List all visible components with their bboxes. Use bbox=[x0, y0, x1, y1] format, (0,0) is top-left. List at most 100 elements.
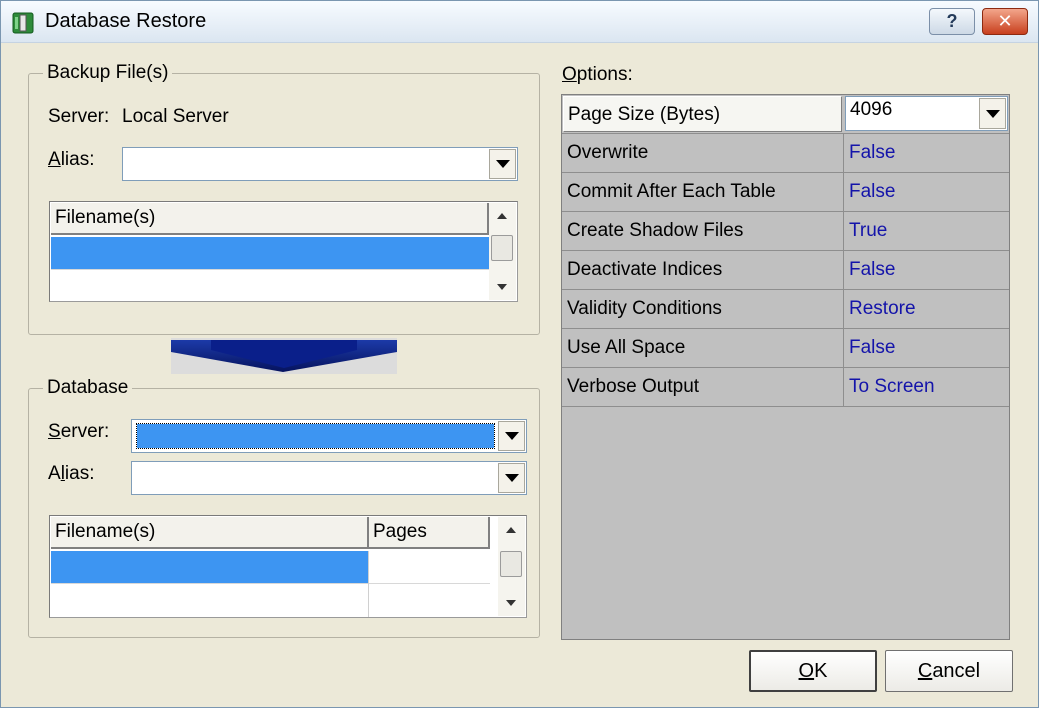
option-value[interactable]: False bbox=[849, 259, 895, 281]
backup-files-list[interactable]: Filename(s) bbox=[49, 201, 518, 302]
ok-button[interactable]: OK bbox=[749, 650, 877, 692]
backup-files-legend: Backup File(s) bbox=[43, 62, 173, 84]
option-value[interactable]: True bbox=[849, 220, 887, 242]
option-page-size-name-cell: Page Size (Bytes) bbox=[563, 96, 842, 132]
ok-label-text: K bbox=[814, 659, 828, 682]
column-separator bbox=[843, 368, 844, 406]
option-row-page-size[interactable]: Page Size (Bytes) 4096 bbox=[562, 95, 1009, 134]
column-separator bbox=[843, 290, 844, 328]
database-app-icon bbox=[12, 12, 34, 34]
database-server-combo[interactable] bbox=[131, 419, 527, 453]
database-restore-window: Database Restore ? ✕ Backup File(s) Serv… bbox=[0, 0, 1039, 708]
option-name: Verbose Output bbox=[567, 376, 700, 397]
column-separator bbox=[843, 173, 844, 211]
database-server-value bbox=[136, 423, 495, 449]
database-alias-label-text: ias: bbox=[64, 463, 95, 484]
column-separator bbox=[843, 212, 844, 250]
database-server-label-text: erver: bbox=[60, 421, 110, 442]
database-server-mnemonic: S bbox=[48, 421, 61, 442]
close-icon: ✕ bbox=[997, 11, 1013, 31]
database-pages-column-text: Pages bbox=[373, 521, 427, 542]
cancel-mnemonic: C bbox=[917, 659, 933, 682]
help-button[interactable]: ? bbox=[929, 8, 975, 35]
dialog-client-area: Backup File(s) Server: Local Server Alia… bbox=[1, 43, 1038, 707]
option-value[interactable]: False bbox=[849, 181, 895, 203]
database-files-row-selected-filename[interactable] bbox=[51, 551, 369, 584]
database-alias-dropdown-button[interactable] bbox=[498, 463, 525, 493]
scroll-down-icon[interactable] bbox=[506, 600, 516, 606]
option-name: Use All Space bbox=[567, 337, 686, 358]
option-row-validity-conditions[interactable]: Validity Conditions Restore bbox=[562, 290, 1009, 329]
option-row-create-shadow-files[interactable]: Create Shadow Files True bbox=[562, 212, 1009, 251]
backup-files-list-header[interactable]: Filename(s) bbox=[51, 203, 489, 235]
database-alias-value bbox=[136, 464, 496, 492]
option-name: Create Shadow Files bbox=[567, 220, 744, 241]
database-alias-label: Alias: bbox=[48, 463, 95, 485]
backup-alias-combo[interactable] bbox=[122, 147, 518, 181]
database-files-row-pages[interactable] bbox=[369, 584, 490, 617]
ok-button-label: OK bbox=[799, 660, 828, 683]
chevron-down-icon bbox=[504, 432, 519, 440]
backup-alias-label: Alias: bbox=[48, 149, 94, 171]
page-size-dropdown-button[interactable] bbox=[979, 98, 1006, 129]
option-name: Commit After Each Table bbox=[567, 181, 776, 202]
option-value[interactable]: Restore bbox=[849, 298, 916, 320]
scroll-thumb[interactable] bbox=[491, 235, 513, 261]
restore-direction-arrow-icon bbox=[171, 338, 397, 374]
database-server-dropdown-button[interactable] bbox=[498, 421, 525, 451]
option-row-use-all-space[interactable]: Use All Space False bbox=[562, 329, 1009, 368]
option-name: Validity Conditions bbox=[567, 298, 722, 319]
option-name: Page Size (Bytes) bbox=[568, 104, 721, 125]
option-name: Overwrite bbox=[567, 142, 649, 163]
database-pages-column-header[interactable]: Pages bbox=[369, 517, 490, 549]
close-button[interactable]: ✕ bbox=[982, 8, 1028, 35]
database-alias-label-first: A bbox=[48, 463, 61, 484]
window-title: Database Restore bbox=[45, 10, 207, 32]
option-value[interactable]: To Screen bbox=[849, 376, 935, 398]
backup-alias-value bbox=[127, 150, 487, 178]
page-size-combo[interactable]: 4096 bbox=[845, 96, 1008, 131]
scroll-up-icon[interactable] bbox=[506, 527, 516, 533]
database-filename-column-header[interactable]: Filename(s) bbox=[51, 517, 369, 549]
option-name: Deactivate Indices bbox=[567, 259, 723, 280]
database-files-scrollbar[interactable] bbox=[498, 517, 525, 616]
database-alias-combo[interactable] bbox=[131, 461, 527, 495]
chevron-down-icon bbox=[495, 160, 510, 168]
database-files-list[interactable]: Filename(s) Pages bbox=[49, 515, 527, 618]
scroll-down-icon[interactable] bbox=[497, 284, 507, 290]
backup-server-value: Local Server bbox=[122, 106, 229, 127]
option-value[interactable]: False bbox=[849, 337, 895, 359]
column-separator bbox=[843, 134, 844, 172]
options-grid[interactable]: Page Size (Bytes) 4096 Overwrite False C… bbox=[561, 94, 1010, 640]
page-size-value: 4096 bbox=[850, 99, 893, 120]
scroll-thumb[interactable] bbox=[500, 551, 522, 577]
title-bar[interactable]: Database Restore ? ✕ bbox=[1, 1, 1038, 43]
cancel-button-label: Cancel bbox=[918, 660, 980, 683]
backup-server-label: Server: bbox=[48, 106, 110, 127]
options-label-text: ptions: bbox=[576, 64, 633, 85]
backup-alias-dropdown-button[interactable] bbox=[489, 149, 516, 179]
option-row-commit-after-each-table[interactable]: Commit After Each Table False bbox=[562, 173, 1009, 212]
backup-files-row-selected[interactable] bbox=[51, 237, 489, 270]
database-server-label: Server: bbox=[48, 421, 109, 443]
backup-files-scrollbar[interactable] bbox=[489, 203, 516, 300]
column-separator bbox=[368, 551, 369, 617]
database-legend: Database bbox=[43, 377, 133, 399]
cancel-label-text: ancel bbox=[932, 659, 981, 682]
option-row-overwrite[interactable]: Overwrite False bbox=[562, 134, 1009, 173]
options-label: Options: bbox=[562, 64, 633, 86]
chevron-down-icon bbox=[504, 474, 519, 482]
option-row-verbose-output[interactable]: Verbose Output To Screen bbox=[562, 368, 1009, 407]
chevron-down-icon bbox=[985, 109, 1000, 118]
database-files-row-filename[interactable] bbox=[51, 584, 369, 617]
help-icon: ? bbox=[946, 11, 958, 31]
backup-files-row[interactable] bbox=[51, 270, 489, 303]
options-mnemonic: O bbox=[562, 64, 577, 85]
option-row-deactivate-indices[interactable]: Deactivate Indices False bbox=[562, 251, 1009, 290]
option-value[interactable]: False bbox=[849, 142, 895, 164]
cancel-button[interactable]: Cancel bbox=[885, 650, 1013, 692]
column-separator bbox=[843, 251, 844, 289]
database-files-row-selected-pages[interactable] bbox=[369, 551, 490, 584]
ok-mnemonic: O bbox=[798, 659, 815, 682]
scroll-up-icon[interactable] bbox=[497, 213, 507, 219]
